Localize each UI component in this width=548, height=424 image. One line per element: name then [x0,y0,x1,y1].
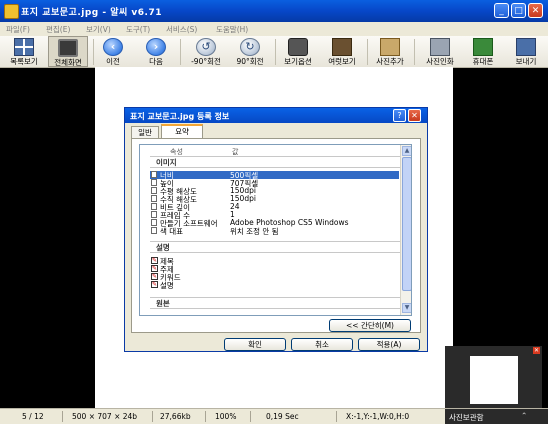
menu-service[interactable]: 서비스(S) [166,24,197,35]
page-icon [151,203,157,210]
minimize-button[interactable]: _ [494,3,509,18]
add-photo-button[interactable]: 사진추가 [370,36,410,67]
photo-add-icon [380,38,400,56]
page-icon [151,171,157,178]
apply-button[interactable]: 적용(A) [358,338,420,351]
menu-bar: 파일(F) 편집(E) 보기(V) 도구(T) 서비스(S) 도움말(H) [0,22,548,36]
properties-dialog: 표지 교보문고.jpg 등록 정보 ? ✕ 일반 요약 속성 값 이미지 너비 5… [124,107,428,352]
arrow-left-icon: ‹ [103,38,123,56]
mobile-button[interactable]: 휴대폰 [464,36,502,67]
page-icon [151,211,157,218]
monitor-icon [58,39,78,57]
property-row[interactable]: 색 대표 위치 조정 안 됨 [150,227,399,236]
ok-button[interactable]: 확인 [224,338,286,351]
status-zoom: 100% [215,412,237,421]
menu-tools[interactable]: 도구(T) [126,24,150,35]
arrow-right-icon: › [146,38,166,56]
chevron-up-icon[interactable]: ⌃ [521,411,527,420]
print-button[interactable]: 사진인화 [420,36,460,67]
editable-row[interactable]: ✎ 제목 [150,257,399,266]
editable-row[interactable]: ✎ 주제 [150,265,399,274]
close-icon[interactable]: ✕ [533,347,540,354]
scroll-up-icon[interactable]: ▲ [402,146,411,156]
vertical-scrollbar[interactable]: ▲ ▼ [400,145,411,315]
property-row[interactable]: 너비 500픽셀 [150,171,399,180]
thumbnail-image [470,356,518,404]
help-button[interactable]: ? [393,109,406,122]
view-options-button[interactable]: 보기옵션 [278,36,318,67]
maximize-button[interactable]: □ [511,3,526,18]
dialog-close-button[interactable]: ✕ [408,109,421,122]
tab-summary[interactable]: 요약 [161,124,203,139]
thumbnail-preview[interactable]: ✕ [445,346,542,408]
status-index: 5 / 12 [22,412,44,421]
rotate-left-icon: ↺ [196,38,216,56]
prev-button[interactable]: ‹ 이전 [96,36,130,67]
phone-icon [473,38,493,56]
status-filesize: 27,66kb [160,412,191,421]
rotate-right-icon: ↻ [240,38,260,56]
page-icon [151,179,157,186]
status-dimensions: 500 × 707 × 24b [72,412,138,421]
film-icon [332,38,352,56]
photo-album-label: 사진보관함 [449,413,484,422]
tab-general[interactable]: 일반 [131,126,159,138]
simple-view-button[interactable]: << 간단히(M) [329,319,411,332]
editable-row[interactable]: ✎ 키워드 [150,273,399,282]
menu-file[interactable]: 파일(F) [6,24,30,35]
edit-pencil-icon: ✎ [151,257,158,264]
list-view-button[interactable]: 목록보기 [4,36,44,67]
cancel-button[interactable]: 취소 [291,338,353,351]
status-time: 0,19 Sec [266,412,299,421]
menu-edit[interactable]: 편집(E) [46,24,70,35]
next-button[interactable]: › 다음 [139,36,173,67]
edit-pencil-icon: ✎ [151,273,158,280]
edit-pencil-icon: ✎ [151,265,158,272]
page-icon [151,219,157,226]
editable-row[interactable]: ✎ 설명 [150,281,399,290]
send-icon [516,38,536,56]
property-list[interactable]: 속성 값 이미지 너비 500픽셀 높이 707픽셀 수평 해상도 150dpi 수직… [139,144,412,316]
window-title: 표지 교보문고.jpg - 알씨 v6.71 [21,8,162,18]
close-button[interactable]: ✕ [528,3,543,18]
dialog-title-bar: 표지 교보문고.jpg 등록 정보 ? ✕ [125,108,427,123]
title-bar: 표지 교보문고.jpg - 알씨 v6.71 _ □ ✕ [0,0,548,22]
grid-icon [14,38,34,56]
rotate-left-button[interactable]: ↺ -90°회전 [186,36,226,67]
menu-view[interactable]: 보기(V) [86,24,111,35]
scroll-thumb[interactable] [402,157,411,291]
printer-icon [430,38,450,56]
dialog-title: 표지 교보문고.jpg 등록 정보 [130,112,230,121]
menu-help[interactable]: 도움말(H) [216,24,248,35]
slideshow-button[interactable]: 여럿보기 [322,36,362,67]
scroll-down-icon[interactable]: ▼ [402,303,411,313]
page-icon [151,187,157,194]
app-icon [4,4,19,19]
send-button[interactable]: 보내기 [506,36,546,67]
camera-icon [288,38,308,56]
page-icon [151,227,157,234]
full-screen-button[interactable]: 전체화면 [48,36,88,67]
toolbar: 목록보기 전체화면 ‹ 이전 › 다음 ↺ -90°회전 ↻ 90°회전 보기옵… [0,36,548,68]
rotate-right-button[interactable]: ↻ 90°회전 [230,36,270,67]
page-icon [151,195,157,202]
status-bar: 5 / 12 500 × 707 × 24b 27,66kb 100% 0,19… [0,408,548,424]
photo-album-tab[interactable]: 사진보관함 ⌃ [445,409,548,424]
status-coords: X:-1,Y:-1,W:0,H:0 [346,412,410,421]
edit-pencil-icon: ✎ [151,281,158,288]
